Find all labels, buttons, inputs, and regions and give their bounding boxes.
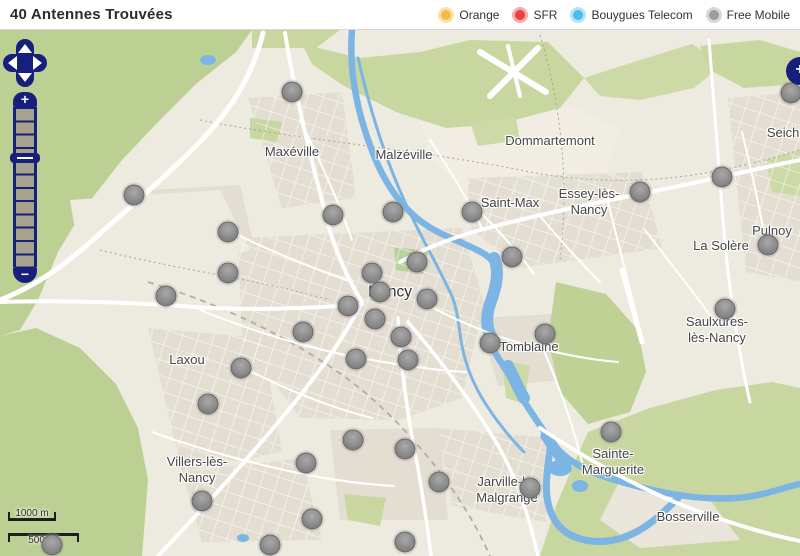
antenna-marker[interactable] — [395, 532, 416, 553]
antenna-marker[interactable] — [260, 535, 281, 556]
legend-item-free[interactable]: Free Mobile — [706, 7, 790, 23]
antenna-marker[interactable] — [198, 394, 219, 415]
legend-label-sfr: SFR — [533, 8, 557, 22]
antenna-marker[interactable] — [293, 322, 314, 343]
legend-item-bouygues[interactable]: Bouygues Telecom — [570, 7, 692, 23]
antenna-marker[interactable] — [417, 289, 438, 310]
antenna-marker[interactable] — [346, 349, 367, 370]
legend-label-orange: Orange — [459, 8, 499, 22]
zoom-slider: + − — [13, 92, 37, 283]
antenna-marker[interactable] — [395, 439, 416, 460]
antenna-marker[interactable] — [192, 491, 213, 512]
antenna-marker[interactable] — [391, 327, 412, 348]
antenna-marker[interactable] — [124, 185, 145, 206]
antenna-marker[interactable] — [429, 472, 450, 493]
zoom-slider-handle[interactable] — [10, 153, 40, 163]
antenna-marker[interactable] — [323, 205, 344, 226]
antenna-marker[interactable] — [712, 167, 733, 188]
antenna-marker[interactable] — [781, 83, 800, 104]
antenna-marker[interactable] — [42, 535, 63, 556]
antenna-marker[interactable] — [601, 422, 622, 443]
antenna-marker[interactable] — [715, 299, 736, 320]
antenna-marker[interactable] — [758, 235, 779, 256]
antenna-marker[interactable] — [218, 263, 239, 284]
antenna-marker[interactable] — [398, 350, 419, 371]
antenna-marker[interactable] — [370, 282, 391, 303]
antenna-marker[interactable] — [480, 333, 501, 354]
free-dot-icon — [706, 7, 722, 23]
orange-dot-icon — [438, 7, 454, 23]
map-application: MaxévilleMalzévilleDommartemontSaint-Max… — [0, 0, 800, 556]
legend: Orange SFR Bouygues Telecom Free Mobile — [438, 7, 790, 23]
antenna-marker[interactable] — [362, 263, 383, 284]
antenna-marker[interactable] — [343, 430, 364, 451]
antenna-marker[interactable] — [630, 182, 651, 203]
pan-control — [3, 39, 47, 87]
antenna-marker[interactable] — [502, 247, 523, 268]
handle-slit-icon — [17, 157, 33, 159]
antenna-marker[interactable] — [520, 478, 541, 499]
antenna-marker[interactable] — [282, 82, 303, 103]
antenna-marker[interactable] — [535, 324, 556, 345]
antenna-marker[interactable] — [296, 453, 317, 474]
antenna-marker[interactable] — [156, 286, 177, 307]
antenna-marker[interactable] — [338, 296, 359, 317]
zoom-slider-track[interactable] — [13, 107, 37, 267]
zoom-in-button[interactable]: + — [13, 92, 37, 107]
zoom-out-button[interactable]: − — [13, 267, 37, 283]
antenna-marker[interactable] — [462, 202, 483, 223]
legend-label-bouygues: Bouygues Telecom — [591, 8, 692, 22]
legend-label-free: Free Mobile — [727, 8, 790, 22]
antenna-marker[interactable] — [231, 358, 252, 379]
antenna-marker[interactable] — [383, 202, 404, 223]
header: 40 Antennes Trouvées Orange SFR Bouygues T… — [0, 0, 800, 30]
scale-metric-label: 1000 m — [8, 508, 56, 519]
page-title: 40 Antennes Trouvées — [10, 6, 173, 23]
map-canvas[interactable] — [0, 30, 800, 556]
antenna-marker[interactable] — [365, 309, 386, 330]
legend-item-sfr[interactable]: SFR — [512, 7, 557, 23]
bouygues-dot-icon — [570, 7, 586, 23]
antenna-marker[interactable] — [302, 509, 323, 530]
antenna-marker[interactable] — [218, 222, 239, 243]
sfr-dot-icon — [512, 7, 528, 23]
antenna-marker[interactable] — [407, 252, 428, 273]
legend-item-orange[interactable]: Orange — [438, 7, 499, 23]
